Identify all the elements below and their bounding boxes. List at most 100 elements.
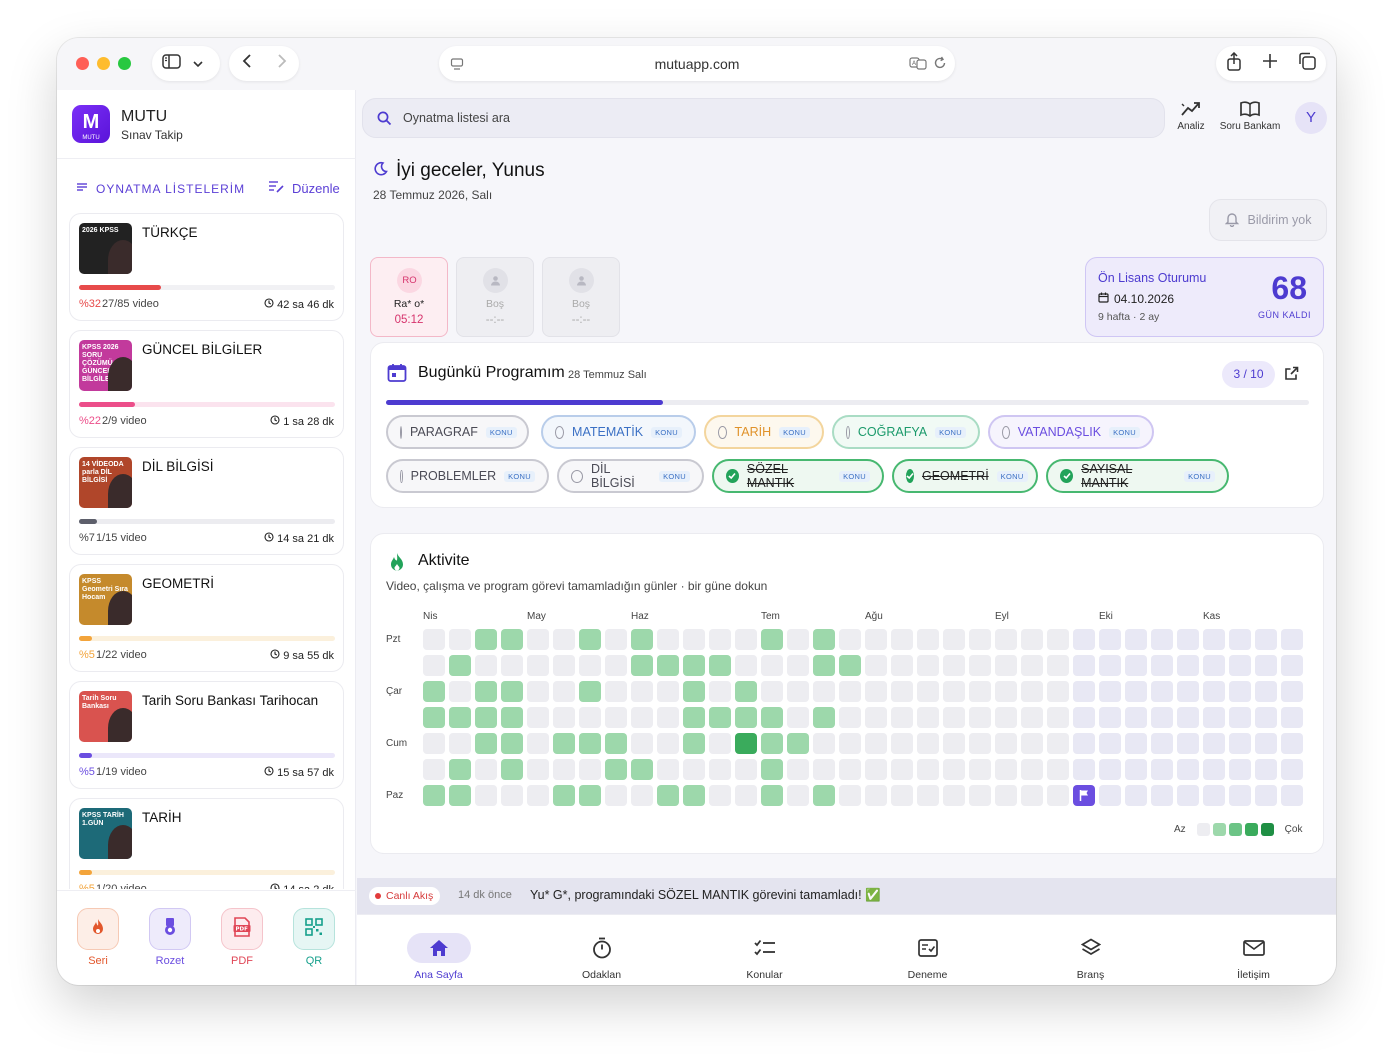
activity-day-cell[interactable] (1021, 785, 1043, 806)
activity-day-cell[interactable] (943, 629, 965, 650)
activity-day-cell[interactable] (1047, 629, 1069, 650)
close-window-button[interactable] (76, 57, 89, 70)
activity-day-cell[interactable] (969, 759, 991, 780)
activity-day-cell[interactable] (943, 759, 965, 780)
activity-day-cell[interactable] (475, 759, 497, 780)
activity-day-cell[interactable] (605, 733, 627, 754)
activity-day-cell[interactable] (995, 785, 1017, 806)
activity-day-cell[interactable] (735, 629, 757, 650)
study-slot-empty[interactable]: Boş --:-- (542, 257, 620, 337)
activity-day-cell[interactable] (943, 733, 965, 754)
activity-day-cell[interactable] (527, 733, 549, 754)
playlist-card[interactable]: KPSS 2026 SORU ÇÖZÜMÜ GÜNCEL BİLGİLER GÜN… (69, 330, 344, 438)
activity-day-cell[interactable] (761, 707, 783, 728)
activity-day-cell[interactable] (917, 681, 939, 702)
activity-day-cell[interactable] (735, 733, 757, 754)
activity-day-cell[interactable] (579, 785, 601, 806)
playlist-card[interactable]: 14 VİDEODA parla DİL BİLGİSİ DİL BİLGİSİ%… (69, 447, 344, 555)
activity-day-cell[interactable] (1047, 681, 1069, 702)
activity-day-cell[interactable] (449, 785, 471, 806)
activity-day-cell[interactable] (449, 707, 471, 728)
activity-day-cell[interactable] (1099, 655, 1121, 676)
activity-day-cell[interactable] (423, 629, 445, 650)
activity-day-cell[interactable] (1255, 785, 1277, 806)
activity-day-cell[interactable] (1177, 785, 1199, 806)
activity-day-cell[interactable] (917, 759, 939, 780)
activity-day-cell[interactable] (683, 733, 705, 754)
activity-day-cell[interactable] (865, 785, 887, 806)
activity-day-cell[interactable] (865, 681, 887, 702)
activity-day-cell[interactable] (1099, 707, 1121, 728)
activity-day-cell[interactable] (969, 629, 991, 650)
activity-day-cell[interactable] (579, 681, 601, 702)
activity-day-cell[interactable] (449, 681, 471, 702)
activity-day-cell[interactable] (1021, 655, 1043, 676)
activity-day-cell[interactable] (1021, 759, 1043, 780)
activity-day-cell[interactable] (449, 759, 471, 780)
activity-day-cell[interactable] (1177, 629, 1199, 650)
back-icon[interactable] (242, 53, 252, 74)
activity-day-cell[interactable] (1281, 707, 1303, 728)
activity-day-cell[interactable] (761, 629, 783, 650)
activity-day-cell[interactable] (683, 707, 705, 728)
nav-exam[interactable]: Deneme (846, 915, 1009, 985)
activity-day-cell[interactable] (1229, 629, 1251, 650)
activity-day-cell[interactable] (423, 655, 445, 676)
activity-day-cell[interactable] (683, 785, 705, 806)
activity-day-cell[interactable] (709, 707, 731, 728)
activity-day-cell[interactable] (1099, 733, 1121, 754)
activity-day-cell[interactable] (657, 785, 679, 806)
activity-day-cell[interactable] (605, 707, 627, 728)
activity-day-cell[interactable] (943, 707, 965, 728)
activity-day-cell[interactable] (1125, 681, 1147, 702)
activity-day-cell[interactable] (813, 759, 835, 780)
activity-day-cell[interactable] (527, 707, 549, 728)
activity-day-cell[interactable] (995, 681, 1017, 702)
notifications-button[interactable]: Bildirim yok (1209, 199, 1327, 241)
activity-day-cell[interactable] (1125, 785, 1147, 806)
activity-day-cell[interactable] (1255, 733, 1277, 754)
edit-playlists-button[interactable]: Düzenle (269, 181, 340, 196)
activity-day-cell[interactable] (943, 681, 965, 702)
activity-day-cell[interactable] (969, 707, 991, 728)
activity-day-cell[interactable] (1203, 655, 1225, 676)
activity-day-cell[interactable] (1125, 707, 1147, 728)
activity-day-cell[interactable] (1177, 707, 1199, 728)
open-external-icon[interactable] (1284, 366, 1299, 386)
activity-day-cell[interactable] (527, 655, 549, 676)
chevron-down-icon[interactable] (193, 55, 203, 73)
activity-day-cell[interactable] (1203, 785, 1225, 806)
activity-day-cell[interactable] (709, 759, 731, 780)
activity-day-cell[interactable] (579, 759, 601, 780)
activity-day-cell[interactable] (1177, 733, 1199, 754)
activity-day-cell[interactable] (787, 655, 809, 676)
activity-day-cell[interactable] (683, 655, 705, 676)
nav-mail[interactable]: İletişim (1172, 915, 1335, 985)
activity-day-cell[interactable] (1047, 655, 1069, 676)
activity-day-cell[interactable] (995, 655, 1017, 676)
activity-day-cell[interactable] (787, 733, 809, 754)
activity-day-cell[interactable] (1177, 681, 1199, 702)
activity-day-cell[interactable] (1177, 655, 1199, 676)
activity-day-cell[interactable] (1125, 759, 1147, 780)
activity-day-cell[interactable] (631, 785, 653, 806)
playlist-card[interactable]: Tarih Soru Bankası Tarih Soru Bankası Tar… (69, 681, 344, 789)
activity-day-cell[interactable] (787, 759, 809, 780)
activity-day-cell[interactable] (1047, 733, 1069, 754)
activity-day-cell[interactable] (1073, 655, 1095, 676)
activity-day-cell[interactable] (1229, 785, 1251, 806)
topic-chip[interactable]: GEOMETRİ KONU (892, 459, 1038, 493)
activity-day-cell[interactable] (1151, 707, 1173, 728)
activity-day-cell[interactable] (865, 733, 887, 754)
activity-day-cell[interactable] (1255, 681, 1277, 702)
activity-day-cell[interactable] (631, 707, 653, 728)
activity-day-cell[interactable] (631, 681, 653, 702)
activity-day-cell[interactable] (917, 629, 939, 650)
activity-day-cell[interactable] (423, 733, 445, 754)
activity-day-cell[interactable] (917, 733, 939, 754)
activity-day-cell[interactable] (683, 681, 705, 702)
activity-day-cell[interactable] (657, 655, 679, 676)
sidebar-toggle[interactable] (152, 46, 220, 81)
activity-day-cell[interactable] (501, 707, 523, 728)
activity-day-cell[interactable] (787, 629, 809, 650)
